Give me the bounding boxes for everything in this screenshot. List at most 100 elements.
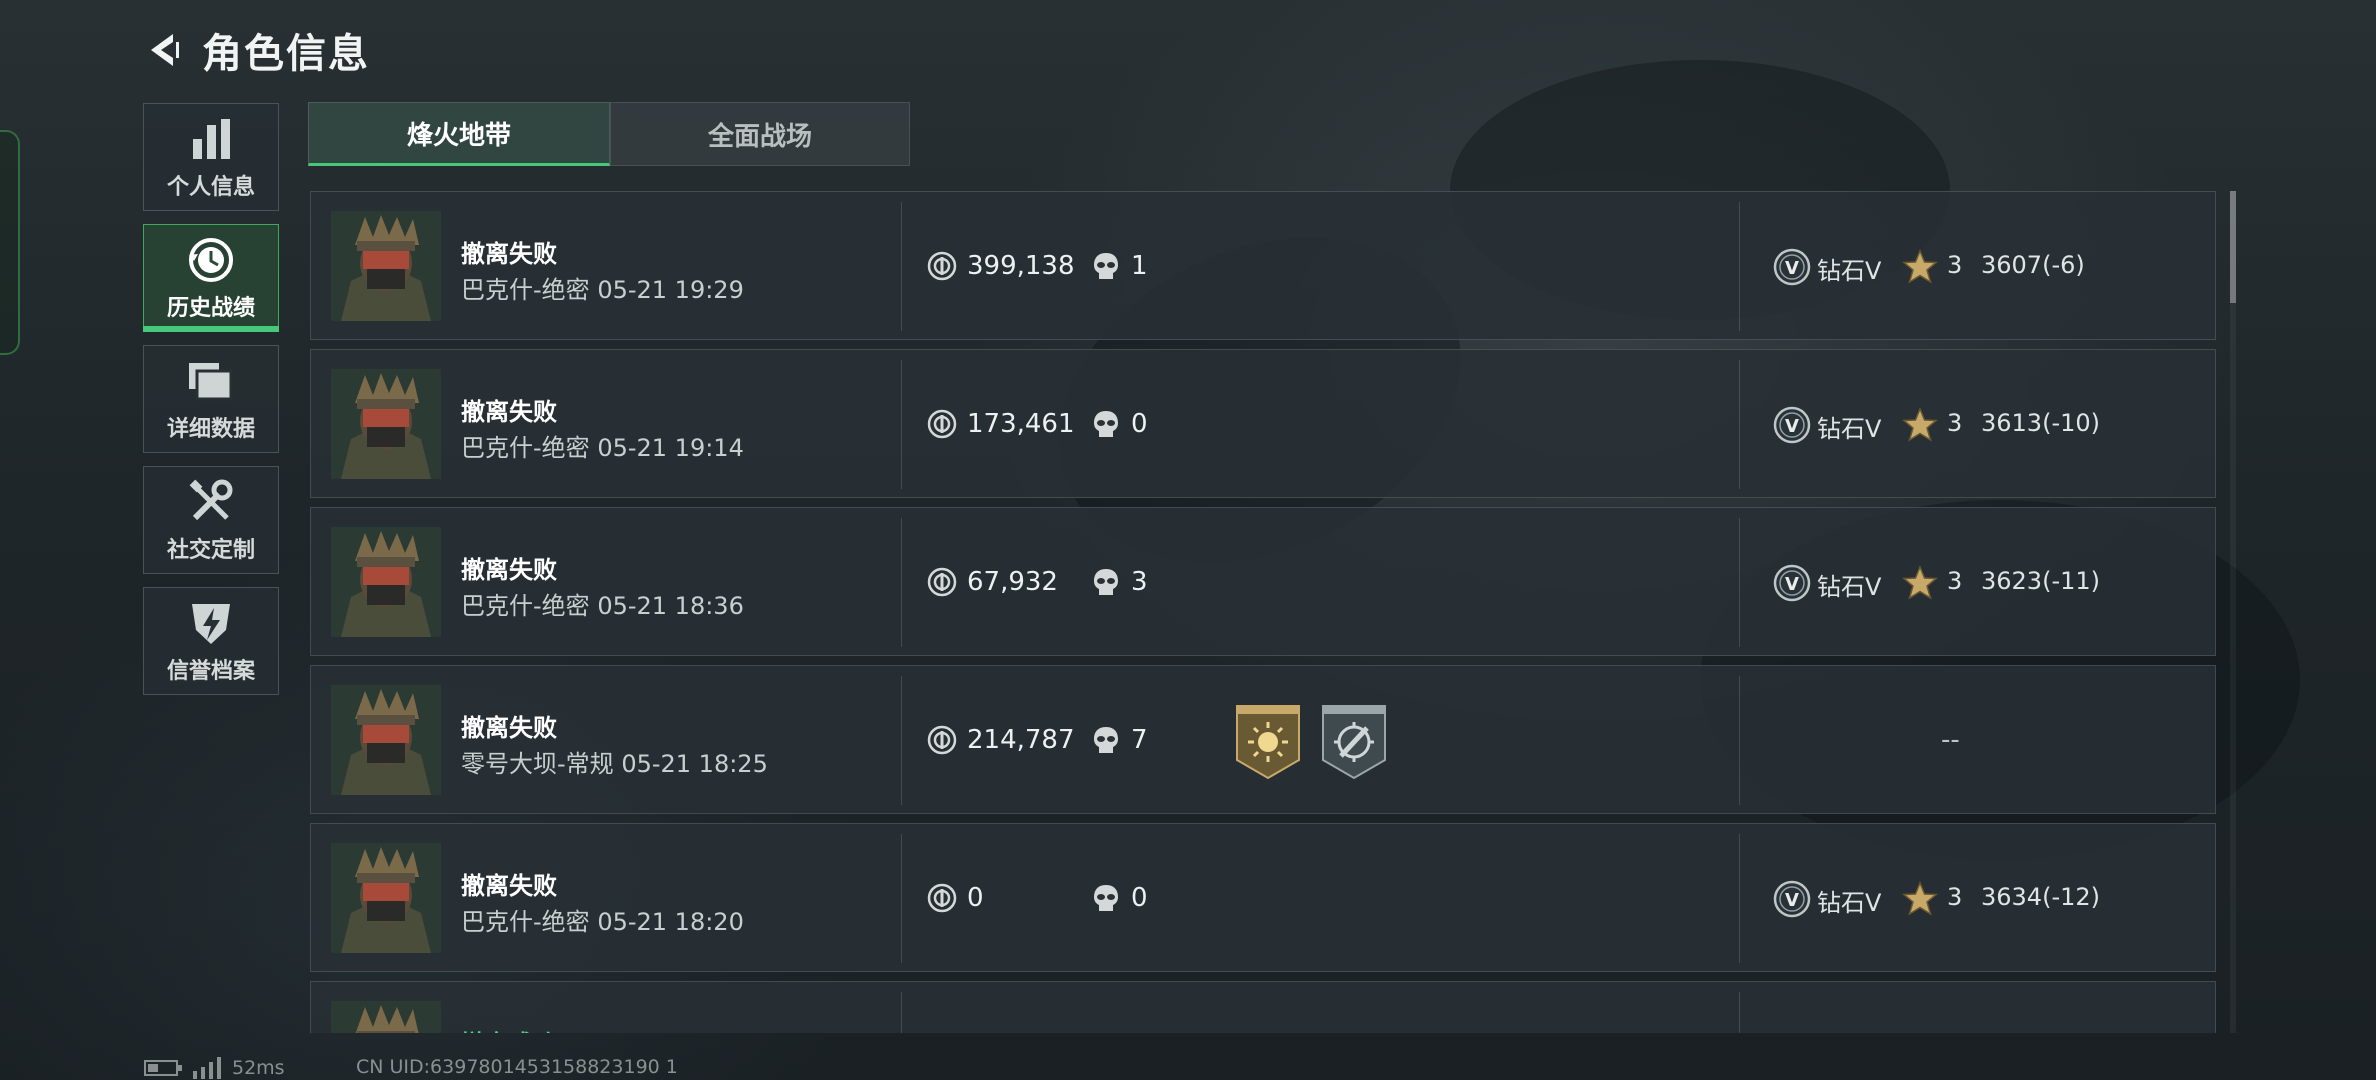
tab-full-battlefield[interactable]: 全面战场 [610,102,910,166]
map-name: 巴克什-绝密 [461,908,590,936]
rank-label: 钻石V [1817,257,1882,285]
coin-icon [927,725,957,755]
divider [901,518,902,647]
divider [1739,676,1740,805]
map-name: 巴克什-绝密 [461,434,590,462]
edge-indicator [0,130,20,355]
star-icon [1903,408,1937,441]
match-time: 05-21 18:20 [597,908,744,936]
tab-hazard-zone[interactable]: 烽火地带 [308,102,610,166]
match-map-time: 零号大坝-常规 05-21 18:25 [461,744,768,779]
user-uid: CN UID:6397801453158823190 1 [356,1056,678,1078]
status-bar: 52ms [144,1056,285,1080]
operator-avatar [331,527,441,637]
scrollbar-track[interactable] [2230,191,2236,1033]
star-count: 3 [1947,567,1963,595]
rank-placeholder: -- [1941,725,1960,755]
star-icon [1903,250,1937,283]
match-record-row[interactable]: 撤离失败 巴克什-绝密 05-21 19:29 399,138 1 钻石V 3 … [310,191,2216,340]
mode-tabs: 烽火地带 全面战场 [308,102,910,166]
history-clock-icon [185,234,237,286]
match-record-row[interactable]: 撤离成功 [310,981,2216,1033]
sidebar-item-label: 个人信息 [166,175,255,200]
match-record-row[interactable]: 撤离失败 巴克什-绝密 05-21 18:20 0 0 钻石V 3 3634(-… [310,823,2216,972]
match-outcome: 撤离失败 [461,240,557,268]
kill-count: 7 [1131,725,1148,755]
match-map-time: 巴克什-绝密 05-21 18:36 [461,586,744,621]
folder-icon [185,355,237,407]
rank-score: 3607(-6) [1981,251,2085,279]
kill-count: 0 [1131,883,1148,913]
divider [901,676,902,805]
sidebar-item-personal-info[interactable]: 个人信息 [143,103,279,211]
star-count: 3 [1947,883,1963,911]
loot-value: 214,787 [967,725,1075,755]
rank-score: 3613(-10) [1981,409,2101,437]
divider [901,834,902,963]
sidebar-item-detailed-data[interactable]: 详细数据 [143,345,279,453]
sidebar-item-match-history[interactable]: 历史战绩 [143,224,279,332]
loot-value: 0 [967,883,984,913]
skull-icon [1094,411,1118,437]
coin-icon [927,567,957,597]
back-button[interactable] [140,25,190,75]
match-map-time: 巴克什-绝密 05-21 19:29 [461,270,744,305]
sidebar: 个人信息 历史战绩 详细数据 社交定制 信誉档案 [143,103,279,708]
rank-score: 3623(-11) [1981,567,2101,595]
star-icon [1903,882,1937,915]
divider [901,202,902,331]
ping-value: 52ms [232,1057,285,1079]
match-map-time: 巴克什-绝密 05-21 18:20 [461,902,744,937]
divider [1739,202,1740,331]
divider [901,360,902,489]
sun-emblem-badge-icon [1236,705,1300,780]
match-outcome: 撤离失败 [461,398,557,426]
divider [1739,834,1740,963]
match-outcome: 撤离失败 [461,556,557,584]
rank-label: 钻石V [1817,415,1882,443]
crosshair-badge-icon [1322,705,1386,780]
sidebar-item-social-custom[interactable]: 社交定制 [143,466,279,574]
operator-avatar [331,1001,441,1033]
rank-diamond-icon [1773,564,1811,602]
match-record-row[interactable]: 撤离失败 零号大坝-常规 05-21 18:25 214,787 7 -- [310,665,2216,814]
star-count: 3 [1947,251,1963,279]
kill-count: 1 [1131,251,1148,281]
sidebar-item-label: 信誉档案 [166,659,255,684]
rank-diamond-icon [1773,880,1811,918]
match-map-time: 巴克什-绝密 05-21 19:14 [461,428,744,463]
match-time: 05-21 18:25 [621,750,768,778]
kill-count: 3 [1131,567,1148,597]
tools-icon [185,476,237,528]
signal-icon [193,1057,221,1079]
sidebar-item-label: 社交定制 [166,538,255,563]
page-title: 角色信息 [202,31,370,77]
divider [1739,360,1740,489]
star-icon [1903,566,1937,599]
match-time: 05-21 19:14 [597,434,744,462]
map-name: 巴克什-绝密 [461,592,590,620]
divider [1739,992,1740,1033]
loot-value: 399,138 [967,251,1075,281]
map-name: 巴克什-绝密 [461,276,590,304]
match-outcome: 撤离失败 [461,714,557,742]
skull-icon [1094,569,1118,595]
match-time: 05-21 18:36 [597,592,744,620]
skull-icon [1094,253,1118,279]
rank-diamond-icon [1773,248,1811,286]
operator-avatar [331,369,441,479]
match-outcome: 撤离失败 [461,872,557,900]
sidebar-item-reputation[interactable]: 信誉档案 [143,587,279,695]
rank-diamond-icon [1773,406,1811,444]
skull-icon [1094,885,1118,911]
operator-avatar [331,843,441,953]
rank-label: 钻石V [1817,889,1882,917]
rank-score: 3634(-12) [1981,883,2101,911]
scrollbar-thumb[interactable] [2230,191,2236,303]
match-record-row[interactable]: 撤离失败 巴克什-绝密 05-21 18:36 67,932 3 钻石V 3 3… [310,507,2216,656]
match-record-row[interactable]: 撤离失败 巴克什-绝密 05-21 19:14 173,461 0 钻石V 3 … [310,349,2216,498]
header: 角色信息 [140,22,370,78]
match-history-list[interactable]: 撤离失败 巴克什-绝密 05-21 19:29 399,138 1 钻石V 3 … [310,191,2216,1033]
operator-avatar [331,685,441,795]
battery-icon [144,1060,182,1076]
